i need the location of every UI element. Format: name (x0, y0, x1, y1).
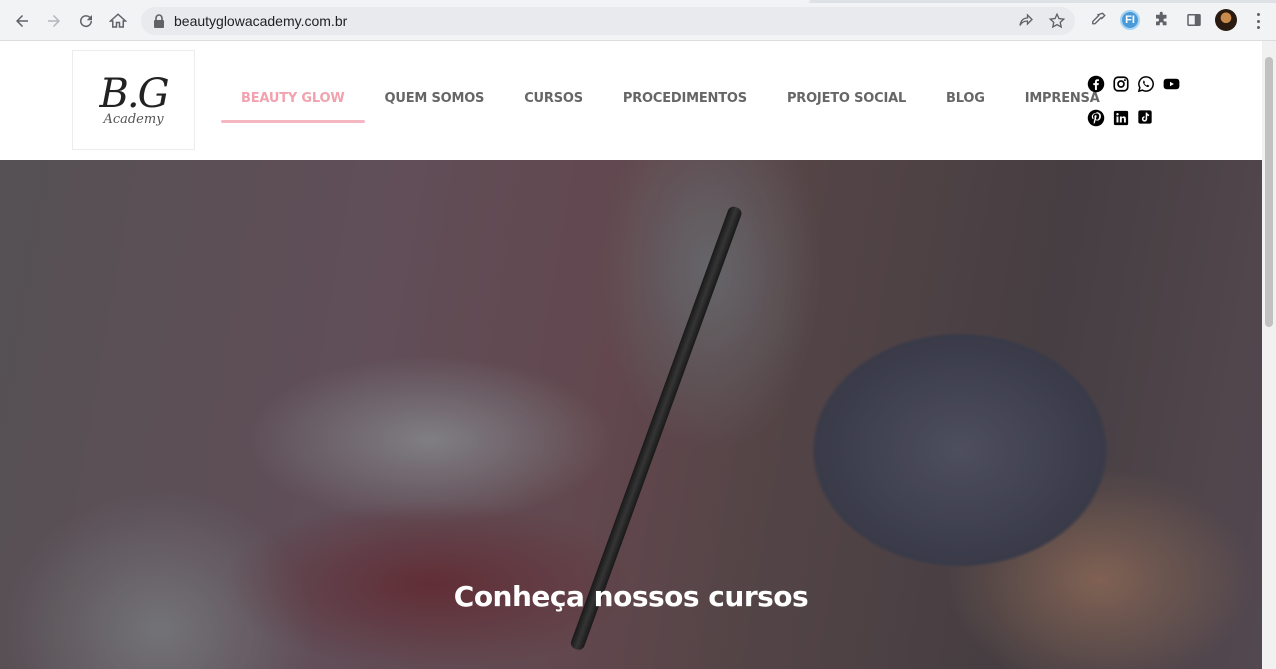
eyedropper-extension-button[interactable] (1088, 10, 1108, 30)
menu-item-blog[interactable]: BLOG (926, 89, 1005, 123)
browser-toolbar: beautyglowacademy.com.br FI (0, 0, 1276, 41)
eyedropper-icon (1092, 12, 1106, 25)
url-text[interactable]: beautyglowacademy.com.br (174, 13, 347, 29)
hero-title: Conheça nossos cursos (453, 580, 809, 613)
site-header: B.G Academy BEAUTY GLOW QUEM SOMOS CURSO… (0, 41, 1262, 160)
extensions-button[interactable] (1152, 10, 1172, 30)
menu-item-quem-somos[interactable]: QUEM SOMOS (365, 89, 505, 123)
home-button[interactable] (105, 8, 131, 34)
lock-icon (154, 14, 164, 28)
active-tab[interactable] (0, 0, 810, 3)
reload-button[interactable] (73, 8, 99, 34)
hero-banner: Conheça nossos cursos (0, 160, 1262, 669)
logo-mark: B.G (99, 70, 169, 117)
menu-item-projeto-social[interactable]: PROJETO SOCIAL (767, 89, 926, 123)
linkedin-icon[interactable] (1112, 109, 1130, 127)
webpage: B.G Academy BEAUTY GLOW QUEM SOMOS CURSO… (0, 41, 1262, 669)
fi-extension-button[interactable]: FI (1120, 10, 1140, 30)
back-button[interactable] (9, 8, 35, 34)
facebook-icon[interactable] (1087, 75, 1105, 93)
puzzle-icon (1156, 11, 1167, 26)
page-scrollbar[interactable] (1262, 41, 1276, 669)
youtube-icon[interactable] (1162, 75, 1181, 93)
browser-menu-button[interactable] (1252, 11, 1264, 31)
site-logo[interactable]: B.G Academy (72, 50, 195, 150)
share-icon[interactable] (1017, 12, 1035, 30)
menu-item-cursos[interactable]: CURSOS (504, 89, 603, 123)
reload-icon (80, 15, 93, 28)
side-panel-button[interactable] (1184, 10, 1204, 30)
menu-item-beauty-glow[interactable]: BEAUTY GLOW (221, 89, 365, 123)
address-bar[interactable]: beautyglowacademy.com.br (141, 7, 1075, 35)
tab-strip (0, 0, 1276, 3)
arrow-left-icon (16, 15, 28, 27)
tiktok-icon[interactable] (1137, 109, 1153, 125)
main-menu: BEAUTY GLOW QUEM SOMOS CURSOS PROCEDIMEN… (221, 89, 1120, 123)
home-icon (109, 13, 127, 28)
logo-subtitle: Academy (103, 111, 164, 127)
arrow-right-icon (48, 15, 60, 27)
instagram-icon[interactable] (1112, 75, 1130, 93)
side-panel-icon (1187, 14, 1201, 26)
whatsapp-icon[interactable] (1137, 75, 1155, 93)
pinterest-icon[interactable] (1087, 109, 1105, 127)
forward-button[interactable] (41, 8, 67, 34)
scrollbar-thumb[interactable] (1265, 57, 1273, 327)
menu-item-procedimentos[interactable]: PROCEDIMENTOS (603, 89, 767, 123)
bookmark-star-icon[interactable] (1048, 12, 1066, 30)
profile-avatar[interactable] (1215, 9, 1237, 31)
